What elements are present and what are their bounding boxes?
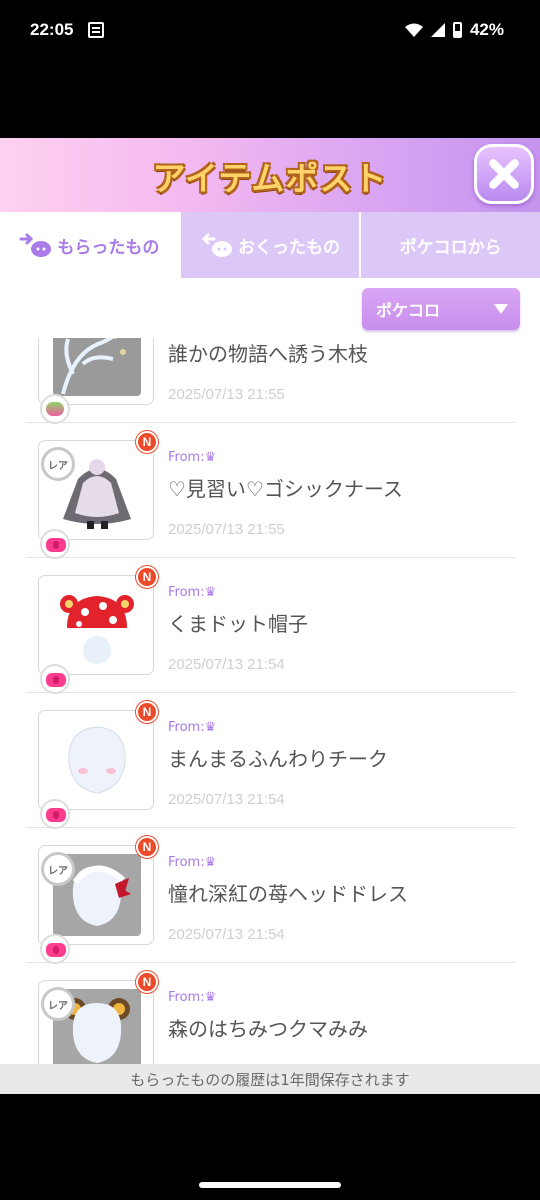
- tab-from-pokecolo-label: ポケコロから: [399, 237, 502, 258]
- item-thumbnail: レア: [38, 845, 154, 964]
- item-name: 森のはちみつクマみみ: [168, 1017, 368, 1041]
- item-thumbnail: [38, 710, 154, 829]
- new-badge: N: [136, 836, 158, 858]
- list-item[interactable]: レア N From:♛ 森のはちみつクマみみ: [26, 963, 515, 1064]
- item-image: [53, 584, 141, 666]
- close-button[interactable]: [474, 144, 534, 204]
- list-item[interactable]: N From:♛ まんまるふんわりチーク 2025/07/13 21:54: [26, 693, 515, 829]
- sender-label: From:♛: [168, 450, 217, 465]
- list-item[interactable]: 誰かの物語へ誘う木枝 2025/07/13 21:55: [26, 338, 515, 424]
- tab-received[interactable]: もらったもの: [0, 212, 179, 278]
- item-name: ♡見習い♡ゴシックナース: [168, 477, 403, 501]
- filter-selected-value: ポケコロ: [376, 301, 441, 320]
- item-name: 憧れ深紅の苺ヘッドドレス: [168, 882, 408, 906]
- new-badge: N: [136, 971, 158, 993]
- item-post-screen: アイテムポスト もらったもの おくったもの ポケコロから ポケコロ 誰かの物語へ…: [0, 138, 540, 1094]
- item-list[interactable]: 誰かの物語へ誘う木枝 2025/07/13 21:55 レア N From:♛ …: [0, 338, 540, 1064]
- rare-badge: レア: [41, 852, 75, 886]
- sender-label: From:♛: [168, 855, 217, 870]
- rare-badge: レア: [41, 987, 75, 1021]
- sender-label: From:♛: [168, 585, 217, 600]
- sent-icon: [201, 233, 232, 257]
- item-name: まんまるふんわりチーク: [168, 747, 388, 771]
- list-item[interactable]: レア N From:♛ ♡見習い♡ゴシックナース 2025/07/13 21:5…: [26, 423, 515, 559]
- new-badge: N: [136, 701, 158, 723]
- chevron-down-icon: [494, 304, 508, 314]
- new-badge: N: [136, 566, 158, 588]
- home-gesture-handle[interactable]: [199, 1182, 341, 1188]
- item-image: [53, 719, 141, 801]
- tab-from-pokecolo[interactable]: ポケコロから: [359, 212, 540, 278]
- item-thumbnail: [38, 575, 154, 694]
- list-item[interactable]: N From:♛ くまドット帽子 2025/07/13 21:54: [26, 558, 515, 694]
- notification-icon: [88, 22, 104, 38]
- item-date: 2025/07/13 21:54: [168, 926, 285, 943]
- item-thumbnail: レア: [38, 980, 154, 1064]
- item-date: 2025/07/13 21:55: [168, 521, 285, 538]
- header: アイテムポスト: [0, 138, 540, 212]
- tab-sent-label: おくったもの: [238, 237, 340, 258]
- list-item[interactable]: レア N From:♛ 憧れ深紅の苺ヘッドドレス 2025/07/13 21:5…: [26, 828, 515, 964]
- item-name: くまドット帽子: [168, 612, 308, 636]
- item-date: 2025/07/13 21:54: [168, 656, 285, 673]
- battery-icon: [452, 22, 462, 38]
- outfit-type-icon: [40, 799, 70, 829]
- item-thumbnail: [38, 338, 154, 424]
- item-image: [53, 338, 141, 396]
- tab-received-label: もらったもの: [57, 237, 160, 258]
- outfit-type-icon: [40, 529, 70, 559]
- new-badge: N: [136, 431, 158, 453]
- food-type-icon: [40, 394, 70, 424]
- item-date: 2025/07/13 21:55: [168, 386, 285, 403]
- battery-percent: 42%: [469, 20, 504, 39]
- item-date: 2025/07/13 21:54: [168, 791, 285, 808]
- close-icon: [489, 159, 519, 189]
- rare-badge: レア: [41, 447, 75, 481]
- wifi-icon: [404, 23, 423, 37]
- source-filter-dropdown[interactable]: ポケコロ: [362, 288, 520, 330]
- status-bar: 22:05 42%: [0, 0, 540, 64]
- page-title: アイテムポスト: [152, 159, 388, 198]
- status-indicators: 42%: [404, 20, 504, 40]
- history-notice: もらったものの履歴は1年間保存されます: [0, 1064, 540, 1094]
- received-icon: [19, 233, 52, 257]
- tab-sent[interactable]: おくったもの: [178, 212, 360, 278]
- outfit-type-icon: [40, 934, 70, 964]
- outfit-type-icon: [40, 664, 70, 694]
- system-navigation-bar: [0, 1094, 540, 1200]
- status-time: 22:05: [30, 20, 74, 39]
- item-thumbnail: レア: [38, 440, 154, 559]
- sender-label: From:♛: [168, 720, 217, 735]
- tab-bar: もらったもの おくったもの ポケコロから: [0, 212, 540, 278]
- signal-icon: [430, 23, 445, 37]
- item-name: 誰かの物語へ誘う木枝: [168, 342, 368, 366]
- sender-label: From:♛: [168, 990, 217, 1005]
